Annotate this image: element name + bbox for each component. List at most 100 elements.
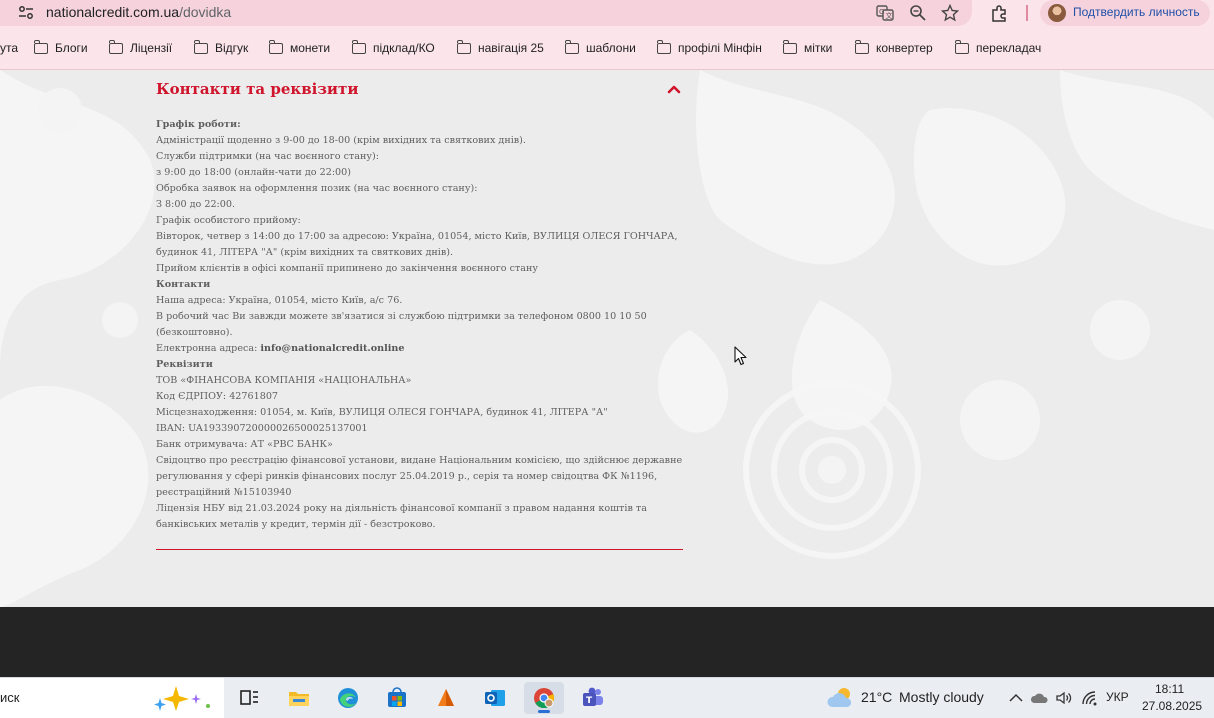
folder-icon: [268, 40, 283, 54]
folder-icon: [193, 40, 208, 54]
svg-text:文: 文: [886, 11, 893, 20]
wifi-icon[interactable]: [1080, 689, 1098, 707]
clock-time[interactable]: 18:11: [1155, 682, 1184, 696]
email-label: Електронна адреса:: [156, 343, 261, 354]
browser-toolbar: nationalcredit.com.ua/dovidka G 文 Подтве…: [0, 0, 1214, 30]
text-line: будинок 41, ЛІТЕРА "А" (крім вихідних та…: [156, 247, 454, 258]
onedrive-cloud-icon[interactable]: [1031, 689, 1049, 707]
file-explorer-button[interactable]: [279, 682, 319, 714]
chevron-up-tray-icon[interactable]: [1007, 689, 1025, 707]
bookmark-folder[interactable]: Відгук: [193, 40, 249, 59]
folder-icon: [656, 40, 671, 54]
volume-icon[interactable]: [1055, 689, 1073, 707]
text-line: ТОВ «ФІНАНСОВА КОМПАНІЯ «НАЦІОНАЛЬНА»: [156, 375, 412, 386]
address-bar[interactable]: nationalcredit.com.ua/dovidka G 文: [0, 0, 972, 26]
bookmark-folder[interactable]: шаблони: [564, 40, 636, 59]
bookmark-folder[interactable]: Блоги: [33, 40, 88, 59]
toolbar-separator: [1026, 5, 1028, 21]
svg-text:G: G: [879, 8, 884, 16]
app-orange-button[interactable]: [426, 682, 466, 714]
folder-icon: [108, 40, 123, 54]
url-host: nationalcredit.com.ua: [46, 4, 180, 20]
bookmark-label: шаблони: [586, 41, 636, 55]
bookmark-folder[interactable]: навігація 25: [456, 40, 544, 59]
task-view-icon: [240, 690, 258, 705]
page-content: Контакти та реквізити Графік роботи: Адм…: [0, 70, 1214, 607]
teams-button[interactable]: T: [573, 682, 613, 714]
url-path: /dovidka: [179, 4, 232, 20]
store-icon: [388, 687, 406, 707]
zoom-icon[interactable]: [909, 4, 927, 22]
profile-button[interactable]: Подтвердить личность: [1040, 0, 1210, 26]
folder-icon: [33, 40, 48, 54]
bookmark-folder[interactable]: мітки: [782, 40, 833, 59]
clock-date[interactable]: 27.08.2025: [1142, 699, 1202, 713]
bookmark-label: монети: [290, 41, 331, 55]
section-title: Контакти та реквізити: [156, 80, 359, 98]
mouse-cursor-icon: [734, 346, 747, 366]
url-text[interactable]: nationalcredit.com.ua/dovidka: [46, 4, 231, 20]
text-line: З 8:00 до 22:00.: [156, 199, 236, 210]
section-divider: [156, 549, 683, 550]
profile-label: Подтвердить личность: [1073, 5, 1200, 19]
chrome-button[interactable]: [524, 682, 564, 714]
text-line: Прийом клієнтів в офісі компанії припине…: [156, 263, 539, 274]
bookmark-folder[interactable]: перекладач: [954, 40, 1042, 59]
task-view-button[interactable]: [229, 682, 269, 714]
bookmark-folder[interactable]: підклад/КО: [351, 40, 435, 59]
bookmark-folder[interactable]: профілі Мінфін: [656, 40, 762, 59]
chevron-up-icon[interactable]: [667, 84, 681, 94]
extensions-icon[interactable]: [990, 4, 1010, 22]
folder-icon: [854, 40, 869, 54]
text-line: з 9:00 до 18:00 (онлайн-чати до 22:00): [156, 167, 351, 178]
text-line: Адміністрації щоденно з 9-00 до 18-00 (к…: [156, 135, 526, 146]
text-line: регулювання у сфері ринків фінансових по…: [156, 471, 658, 482]
bookmark-folder[interactable]: конвертер: [854, 40, 933, 59]
text-line: Служби підтримки (на час воєнного стану)…: [156, 151, 380, 162]
weather-cloud-icon: [827, 688, 852, 707]
bookmark-folder[interactable]: Ліцензії: [108, 40, 173, 59]
site-info-icon[interactable]: [18, 5, 34, 21]
bookmark-folder[interactable]: монети: [268, 40, 331, 59]
bookmark-label: Блоги: [55, 41, 88, 55]
outlook-icon: [485, 690, 505, 706]
translate-icon[interactable]: G 文: [876, 4, 894, 22]
edge-button[interactable]: [328, 682, 368, 714]
edge-icon: [338, 688, 358, 708]
email-link[interactable]: info@nationalcredit.online: [260, 343, 404, 354]
bookmark-label: навігація 25: [478, 41, 544, 55]
store-button[interactable]: [377, 682, 417, 714]
bookmark-label: Ліцензії: [130, 41, 173, 55]
taskbar: иск T 21°C Mostly cloudy УКР 18:11 27.08…: [0, 677, 1214, 718]
text-line: Свідоцтво про реєстрацію фінансової уста…: [156, 455, 683, 466]
bookmark-label: профілі Мінфін: [678, 41, 762, 55]
weather-temperature[interactable]: 21°C: [861, 689, 892, 705]
bookmark-label: Відгук: [215, 41, 249, 55]
bookmark-label: ута: [0, 41, 19, 55]
chrome-icon: [534, 688, 555, 709]
folder-icon: [782, 40, 797, 54]
orange-app-icon: [438, 689, 454, 706]
text-line: Контакти: [156, 279, 211, 290]
text-line: Місцезнаходження: 01054, м. Київ, ВУЛИЦЯ…: [156, 407, 608, 418]
language-indicator[interactable]: УКР: [1106, 690, 1129, 704]
avatar: [1048, 4, 1066, 22]
weather-condition[interactable]: Mostly cloudy: [899, 689, 984, 705]
bookmark-label: перекладач: [976, 41, 1042, 55]
taskbar-search[interactable]: иск: [0, 678, 224, 718]
search-text: иск: [0, 690, 20, 705]
email-line: Електронна адреса: info@nationalcredit.o…: [156, 341, 696, 357]
bookmark-star-icon[interactable]: [941, 4, 959, 22]
bookmark-label: мітки: [804, 41, 833, 55]
text-line: Ліцензія НБУ від 21.03.2024 року на діял…: [156, 503, 647, 514]
text-line: (безкоштовно).: [156, 327, 233, 338]
outlook-button[interactable]: [475, 682, 515, 714]
text-line: Вівторок, четвер з 14:00 до 17:00 за адр…: [156, 231, 678, 242]
teams-icon: T: [583, 687, 603, 706]
text-line: Графік роботи:: [156, 119, 241, 130]
text-line: Обробка заявок на оформлення позик (на ч…: [156, 183, 478, 194]
bookmark-item[interactable]: ута: [0, 41, 18, 59]
folder-icon: [954, 40, 969, 54]
text-line: Графік особистого прийому:: [156, 215, 301, 226]
contacts-details: Графік роботи: Адміністрації щоденно з 9…: [156, 117, 696, 533]
